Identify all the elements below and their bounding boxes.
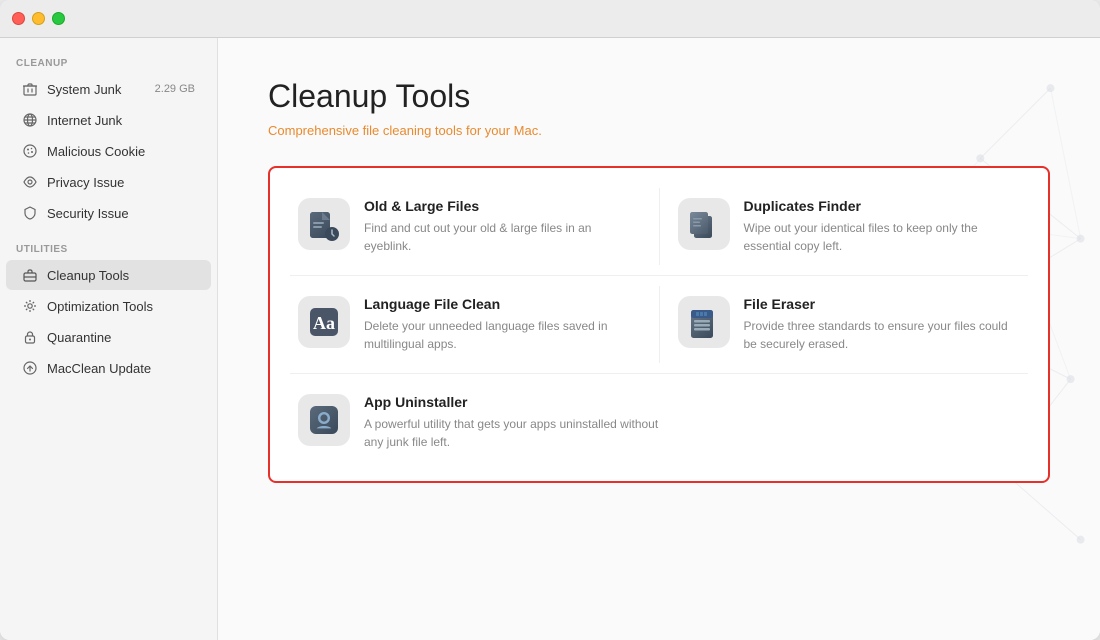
sidebar-item-label: Cleanup Tools xyxy=(47,268,195,283)
titlebar xyxy=(0,0,1100,38)
tool-name: Old & Large Files xyxy=(364,198,641,214)
main-content: Cleanup Tools Comprehensive file cleanin… xyxy=(218,38,1100,640)
uninstaller-icon xyxy=(298,394,350,446)
tool-name: File Eraser xyxy=(744,296,1021,312)
eye-icon xyxy=(22,174,38,190)
sidebar-item-security-issue[interactable]: Security Issue xyxy=(6,198,211,228)
tool-file-eraser[interactable]: File Eraser Provide three standards to e… xyxy=(660,276,1039,373)
tool-info: App Uninstaller A powerful utility that … xyxy=(364,394,659,451)
gear-icon xyxy=(22,298,38,314)
sidebar-item-label: Quarantine xyxy=(47,330,195,345)
sidebar-item-optimization-tools[interactable]: Optimization Tools xyxy=(6,291,211,321)
tool-info: Language File Clean Delete your unneeded… xyxy=(364,296,641,353)
system-junk-badge: 2.29 GB xyxy=(155,83,195,95)
svg-text:Aa: Aa xyxy=(313,313,335,333)
lock-icon xyxy=(22,329,38,345)
sidebar-item-label: MacClean Update xyxy=(47,361,195,376)
tool-desc: Wipe out your identical files to keep on… xyxy=(744,219,1021,255)
sidebar-item-macclean-update[interactable]: MacClean Update xyxy=(6,353,211,383)
close-button[interactable] xyxy=(12,12,25,25)
arrow-up-icon xyxy=(22,360,38,376)
sidebar-item-label: Malicious Cookie xyxy=(47,144,195,159)
sidebar-item-system-junk[interactable]: System Junk 2.29 GB xyxy=(6,74,211,104)
sidebar-item-privacy-issue[interactable]: Privacy Issue xyxy=(6,167,211,197)
page-title: Cleanup Tools xyxy=(268,78,1050,115)
tool-desc: Delete your unneeded language files save… xyxy=(364,317,641,353)
tool-desc: Find and cut out your old & large files … xyxy=(364,219,641,255)
sidebar-item-internet-junk[interactable]: Internet Junk xyxy=(6,105,211,135)
sidebar-item-label: Privacy Issue xyxy=(47,175,195,190)
tool-name: App Uninstaller xyxy=(364,394,659,410)
language-icon: Aa xyxy=(298,296,350,348)
minimize-button[interactable] xyxy=(32,12,45,25)
tools-row-3: App Uninstaller A powerful utility that … xyxy=(280,374,1038,471)
tool-duplicates-finder[interactable]: Duplicates Finder Wipe out your identica… xyxy=(660,178,1039,275)
tools-grid: Old & Large Files Find and cut out your … xyxy=(268,166,1050,483)
sidebar-section-cleanup: Cleanup xyxy=(0,52,217,73)
tools-row-2: Aa Language File Clean Delete your unnee… xyxy=(280,276,1038,373)
traffic-lights xyxy=(12,12,65,25)
tool-info: Duplicates Finder Wipe out your identica… xyxy=(744,198,1021,255)
tool-app-uninstaller[interactable]: App Uninstaller A powerful utility that … xyxy=(280,374,677,471)
tool-language-file-clean[interactable]: Aa Language File Clean Delete your unnee… xyxy=(280,276,659,373)
sidebar-item-label: Security Issue xyxy=(47,206,195,221)
sidebar-item-cleanup-tools[interactable]: Cleanup Tools xyxy=(6,260,211,290)
tool-info: Old & Large Files Find and cut out your … xyxy=(364,198,641,255)
tool-name: Language File Clean xyxy=(364,296,641,312)
globe-icon xyxy=(22,112,38,128)
sidebar: Cleanup System Junk 2.29 GB xyxy=(0,38,218,640)
sidebar-section-utilities: Utilities xyxy=(0,238,217,259)
shield-icon xyxy=(22,205,38,221)
sidebar-item-label: Internet Junk xyxy=(47,113,195,128)
tool-desc: Provide three standards to ensure your f… xyxy=(744,317,1021,353)
tool-name: Duplicates Finder xyxy=(744,198,1021,214)
tools-row-1: Old & Large Files Find and cut out your … xyxy=(280,178,1038,275)
empty-cell xyxy=(677,374,1038,471)
duplicates-icon xyxy=(678,198,730,250)
tool-desc: A powerful utility that gets your apps u… xyxy=(364,415,659,451)
app-window: Cleanup System Junk 2.29 GB xyxy=(0,0,1100,640)
tool-old-large-files[interactable]: Old & Large Files Find and cut out your … xyxy=(280,178,659,275)
page-subtitle: Comprehensive file cleaning tools for yo… xyxy=(268,123,1050,138)
briefcase-icon xyxy=(22,267,38,283)
app-content: Cleanup System Junk 2.29 GB xyxy=(0,38,1100,640)
trash-icon xyxy=(22,81,38,97)
sidebar-item-label: Optimization Tools xyxy=(47,299,195,314)
cookie-icon xyxy=(22,143,38,159)
sidebar-item-label: System Junk xyxy=(47,82,146,97)
sidebar-item-quarantine[interactable]: Quarantine xyxy=(6,322,211,352)
maximize-button[interactable] xyxy=(52,12,65,25)
eraser-icon xyxy=(678,296,730,348)
sidebar-item-malicious-cookie[interactable]: Malicious Cookie xyxy=(6,136,211,166)
old-files-icon xyxy=(298,198,350,250)
tool-info: File Eraser Provide three standards to e… xyxy=(744,296,1021,353)
